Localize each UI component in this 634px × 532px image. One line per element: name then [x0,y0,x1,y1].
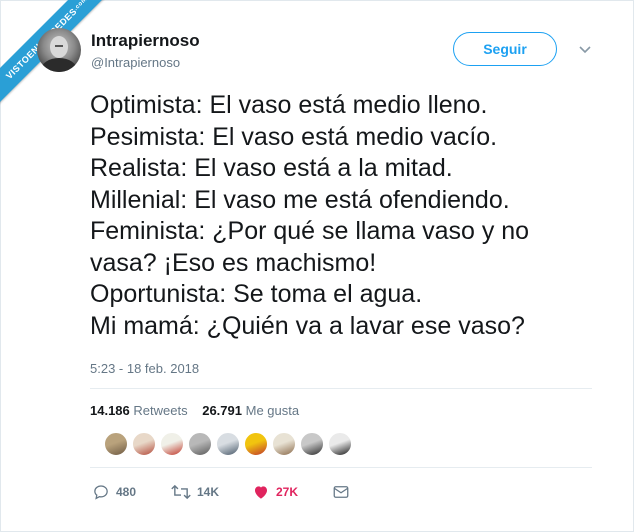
avatar[interactable] [37,28,81,72]
retweet-icon [171,484,191,500]
tweet-line: Pesimista: El vaso está medio vacío. [90,122,498,151]
engagement-stats: 14.186 Retweets 26.791 Me gusta [90,403,299,418]
liker-avatar[interactable] [327,431,353,457]
liker-avatar[interactable] [103,431,129,457]
retweets-count[interactable]: 14.186 [90,403,130,418]
liker-avatar[interactable] [271,431,297,457]
divider [90,467,592,468]
liker-avatar[interactable] [131,431,157,457]
tweet-line: Optimista: El vaso está medio lleno. [90,91,488,119]
liker-avatar[interactable] [159,431,185,457]
tweet-line: Millenial: El vaso me está ofendiendo. [90,185,510,214]
tweet-text: Optimista: El vaso está medio lleno. Pes… [90,90,610,342]
tweet-line: Feminista: ¿Por qué se llama vaso y no [90,217,530,245]
follow-button[interactable]: Seguir [453,32,557,66]
retweets-label[interactable]: Retweets [133,403,187,418]
chevron-down-icon[interactable] [578,42,592,56]
tweet-line: vasa? ¡Eso es machismo! [90,248,377,277]
heart-icon [255,486,267,499]
tweet-line: Realista: El vaso está a la mitad. [90,154,453,182]
liker-avatar[interactable] [243,431,269,457]
user-name[interactable]: Intrapiernoso [91,31,200,51]
liker-avatar[interactable] [299,431,325,457]
reply-button[interactable]: 480 [92,482,136,502]
timestamp[interactable]: 5:23 - 18 feb. 2018 [90,361,199,376]
retweet-count: 14K [197,485,220,499]
reply-icon [94,485,108,500]
message-button[interactable] [332,482,350,502]
likes-label[interactable]: Me gusta [246,403,299,418]
liker-avatar[interactable] [215,431,241,457]
reply-count: 480 [116,485,137,499]
retweet-button[interactable]: 14K [171,482,219,502]
tweet-line: Oportunista: Se toma el agua. [90,280,423,308]
envelope-icon [333,486,349,498]
divider [90,388,592,389]
like-button[interactable]: 27K [252,482,298,502]
tweet-line: Mi mamá: ¿Quién va a lavar ese vaso? [90,311,525,340]
like-count: 27K [276,485,299,499]
liker-avatar[interactable] [187,431,213,457]
user-handle[interactable]: @Intrapiernoso [91,55,180,70]
likes-count[interactable]: 26.791 [202,403,242,418]
